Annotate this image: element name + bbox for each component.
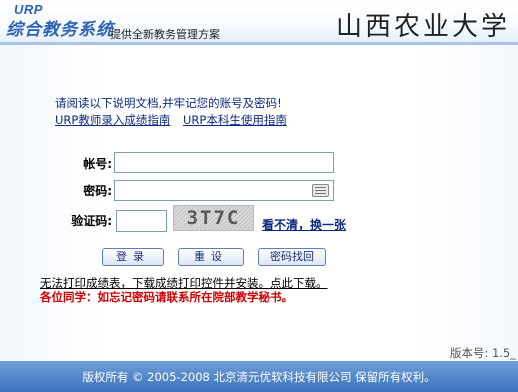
password-retrieve-button[interactable]: 密码找回 xyxy=(258,248,326,266)
account-input[interactable] xyxy=(114,152,334,173)
notice-text: 请阅读以下说明文档,并牢记您的账号及密码! xyxy=(55,96,282,110)
captcha-input[interactable] xyxy=(116,210,167,232)
header: URP 综合教务系统 提供全新教务管理方案 山西农业大学 xyxy=(0,0,518,42)
forgot-password-notice: 各位同学：如忘记密码请联系所在院部教学秘书。 xyxy=(40,290,293,304)
captcha-text: 3T7C xyxy=(186,207,241,229)
password-input[interactable] xyxy=(114,180,334,201)
login-button[interactable]: 登录 xyxy=(102,248,164,266)
reset-button[interactable]: 重设 xyxy=(178,248,244,266)
account-label: 帐号: xyxy=(83,157,112,171)
password-label: 密码: xyxy=(83,184,112,198)
captcha-label: 验证码: xyxy=(71,214,112,228)
copyright-text: 版权所有 © 2005-2008 北京清元优软科技有限公司 保留所有权利。 xyxy=(82,370,436,384)
footer: 版权所有 © 2005-2008 北京清元优软科技有限公司 保留所有权利。 xyxy=(0,361,518,392)
slogan: 提供全新教务管理方案 xyxy=(110,28,220,41)
refresh-captcha-link[interactable]: 看不清，换一张 xyxy=(262,216,346,233)
keyboard-icon[interactable] xyxy=(312,184,329,197)
logo-system-name: 综合教务系统 xyxy=(6,20,114,40)
student-guide-link[interactable]: URP本科生使用指南 xyxy=(183,112,287,128)
login-panel: 请阅读以下说明文档,并牢记您的账号及密码! URP教师录入成绩指南 URP本科生… xyxy=(0,45,518,360)
university-name: 山西农业大学 xyxy=(335,12,510,42)
teacher-guide-link[interactable]: URP教师录入成绩指南 xyxy=(55,112,170,128)
captcha-image: 3T7C xyxy=(173,205,254,231)
version-label: 版本号: 1.5_ xyxy=(449,346,516,360)
